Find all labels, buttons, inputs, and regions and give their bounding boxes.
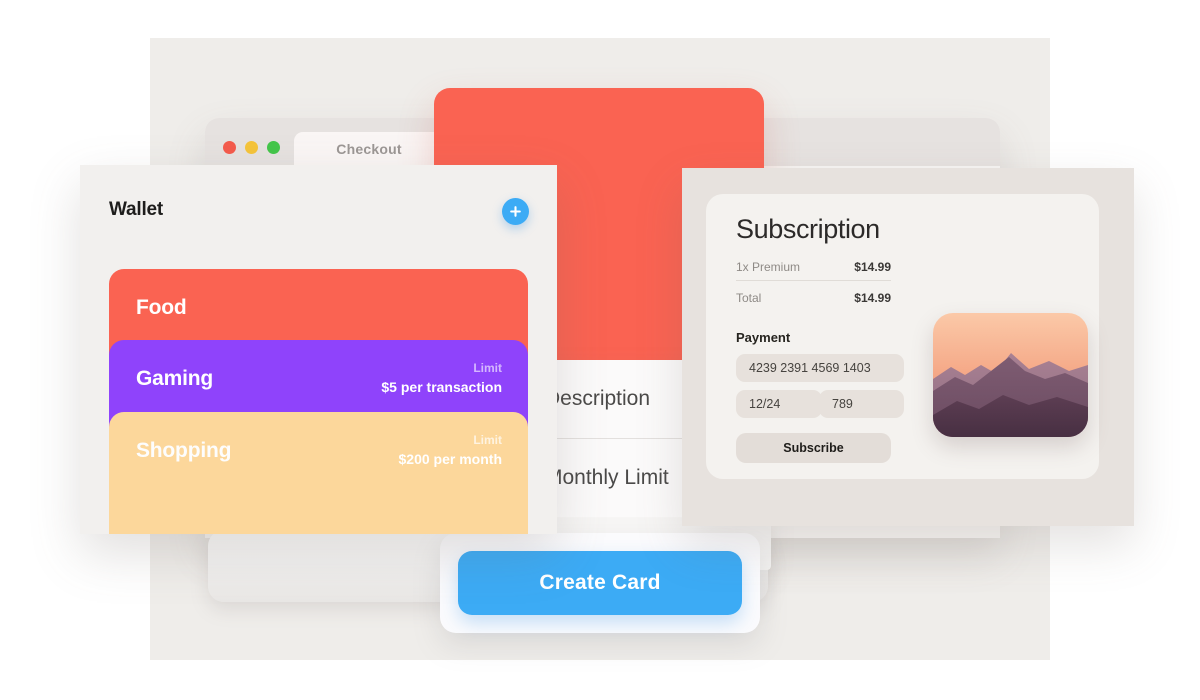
wallet-header: Wallet xyxy=(80,165,557,265)
wallet-card-shopping[interactable]: Shopping Limit $200 per month xyxy=(109,412,528,534)
create-card-button[interactable]: Create Card xyxy=(458,551,742,615)
subscribe-label: Subscribe xyxy=(783,441,844,455)
limit-value: $5 per transaction xyxy=(381,379,502,396)
add-card-button[interactable] xyxy=(502,198,529,225)
line-item-label: 1x Premium xyxy=(736,260,801,274)
wallet-card-name: Gaming xyxy=(136,367,213,390)
sunset-mountain-photo xyxy=(933,313,1088,437)
tab-checkout[interactable]: Checkout xyxy=(294,132,444,166)
mountain-illustration xyxy=(933,313,1088,437)
expiry-value: 12/24 xyxy=(749,397,781,411)
line-item-amount: $14.99 xyxy=(854,291,891,305)
limit-label: Limit xyxy=(473,361,502,375)
maximize-icon[interactable] xyxy=(267,141,280,154)
create-card-label: Create Card xyxy=(539,571,661,594)
limit-label: Limit xyxy=(473,433,502,447)
line-item-amount: $14.99 xyxy=(854,260,891,274)
subscription-divider xyxy=(736,280,891,281)
cvc-value: 789 xyxy=(832,397,853,411)
wallet-card-name: Food xyxy=(136,296,187,319)
subscription-panel: Subscription 1x Premium $14.99 Total $14… xyxy=(682,168,1134,526)
card-number-value: 4239 2391 4569 1403 xyxy=(749,361,871,375)
line-item-premium: 1x Premium $14.99 xyxy=(736,260,891,274)
wallet-card-name: Shopping xyxy=(136,439,232,462)
wallet-panel: Wallet Food Gaming Limit $5 per transact… xyxy=(80,165,557,534)
wallet-card-limit: Limit $200 per month xyxy=(399,432,502,470)
close-icon[interactable] xyxy=(223,141,236,154)
tab-label: Checkout xyxy=(336,141,402,157)
limit-value: $200 per month xyxy=(398,451,502,468)
line-item-label: Total xyxy=(736,291,762,305)
wallet-card-limit: Limit $5 per transaction xyxy=(381,360,502,398)
subscription-card: Subscription 1x Premium $14.99 Total $14… xyxy=(706,194,1099,479)
minimize-icon[interactable] xyxy=(245,141,258,154)
wallet-card-list: Food Gaming Limit $5 per transaction Sho… xyxy=(80,269,557,534)
illustration-stage: Checkout Description Monthly Limit Creat… xyxy=(0,0,1200,700)
subscribe-button[interactable]: Subscribe xyxy=(736,433,891,463)
payment-heading: Payment xyxy=(736,330,791,345)
window-controls xyxy=(205,141,294,166)
form-row-label: Description xyxy=(545,387,651,410)
form-row-label: Monthly Limit xyxy=(545,466,669,489)
subscription-title: Subscription xyxy=(736,214,880,244)
wallet-title: Wallet xyxy=(109,199,164,220)
plus-icon xyxy=(510,206,521,217)
expiry-input[interactable]: 12/24 xyxy=(736,390,822,418)
card-number-input[interactable]: 4239 2391 4569 1403 xyxy=(736,354,904,382)
line-item-total: Total $14.99 xyxy=(736,291,891,305)
cvc-input[interactable]: 789 xyxy=(819,390,904,418)
